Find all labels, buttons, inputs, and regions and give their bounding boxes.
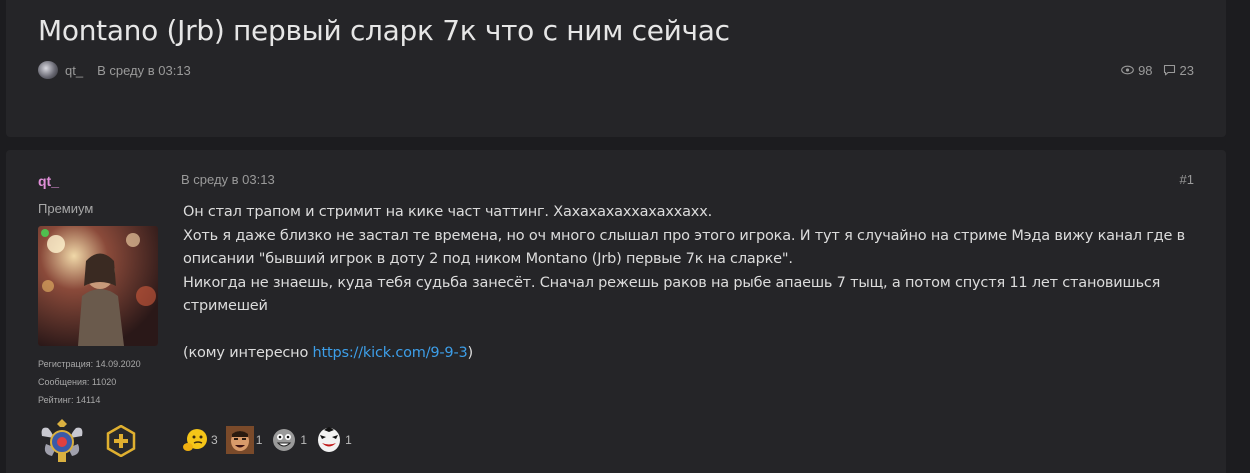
- thread-header: Montano (Jrb) первый сларк 7к что с ним …: [6, 0, 1226, 137]
- reaction-grinning-face[interactable]: 1: [270, 426, 307, 454]
- kick-link[interactable]: https://kick.com/9-9-3: [313, 345, 468, 361]
- thinking-emoji-icon: [181, 426, 209, 454]
- thread-meta: qt_ В среду в 03:13: [38, 61, 191, 79]
- post-link-line: (кому интересно https://kick.com/9-9-3): [183, 342, 1193, 366]
- grinning-face-icon: [270, 426, 298, 454]
- avatar-image: [38, 226, 158, 346]
- link-suffix: ): [467, 345, 474, 361]
- online-indicator: [41, 229, 49, 237]
- reaction-count: 1: [255, 433, 263, 447]
- user-messages: Сообщения: 11020: [38, 377, 117, 387]
- user-rating: Рейтинг: 14114: [38, 395, 101, 405]
- reaction-laughing-man[interactable]: 1: [225, 426, 263, 454]
- replies-count: 23: [1179, 62, 1194, 78]
- post-body: Он стал трапом и стримит на кике част ча…: [183, 201, 1193, 366]
- clown-mask-icon: [315, 426, 343, 454]
- post-line-1: Он стал трапом и стримит на кике част ча…: [183, 204, 712, 220]
- post-line-2: Хоть я даже близко не застал те времена,…: [183, 227, 1185, 268]
- avatar[interactable]: [38, 226, 158, 346]
- user-title: Премиум: [38, 201, 94, 216]
- thread-title: Montano (Jrb) первый сларк 7к что с ним …: [38, 14, 730, 47]
- eye-icon: [1121, 65, 1134, 75]
- reaction-clown-mask[interactable]: 1: [315, 426, 352, 454]
- reaction-thinking[interactable]: 3: [181, 426, 218, 454]
- laughing-man-icon: [225, 426, 254, 454]
- post-username[interactable]: qt_: [38, 173, 59, 189]
- user-registration: Регистрация: 14.09.2020: [38, 359, 141, 369]
- reaction-count: 3: [211, 433, 218, 447]
- views-count: 98: [1138, 62, 1153, 78]
- post-spacer: [183, 319, 1193, 343]
- premium-plus-badge-icon[interactable]: [106, 425, 136, 457]
- thread-author-link[interactable]: qt_: [65, 63, 83, 78]
- thread-stats: 98 23: [1111, 61, 1194, 79]
- reaction-count: 1: [345, 433, 352, 447]
- user-badges: [38, 418, 136, 464]
- link-prefix: (кому интересно: [183, 345, 313, 361]
- imperial-eagle-badge-icon[interactable]: [38, 418, 86, 464]
- post-line-3: Никогда не знаешь, куда тебя судьба зане…: [183, 274, 1161, 315]
- replies-stat: 23: [1163, 63, 1194, 78]
- reaction-count: 1: [300, 433, 308, 447]
- thread-date[interactable]: В среду в 03:13: [97, 63, 191, 78]
- post: qt_ Премиум Регистрация: 14.09.2020 Сооб…: [6, 150, 1226, 473]
- post-number-link[interactable]: #1: [1180, 172, 1194, 187]
- views-stat: 98: [1121, 62, 1153, 78]
- reactions-bar: 3 1 1 1: [181, 426, 356, 454]
- author-mini-avatar[interactable]: [38, 61, 58, 79]
- post-date[interactable]: В среду в 03:13: [181, 172, 275, 187]
- comment-icon: [1163, 64, 1175, 76]
